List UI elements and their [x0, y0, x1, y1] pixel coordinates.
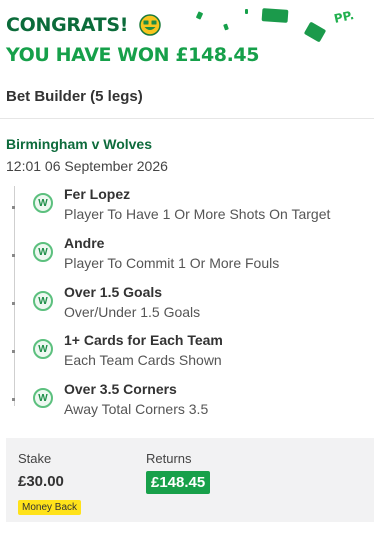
win-check-icon: W — [33, 291, 53, 311]
win-check-icon: W — [33, 193, 53, 213]
leg-selection: 1+ Cards for Each Team — [64, 332, 223, 348]
leg-market: Over/Under 1.5 Goals — [64, 304, 201, 320]
won-heading: YOU HAVE WON £148.45 — [6, 44, 259, 66]
won-amount: £148.45 — [175, 44, 260, 66]
leg-item: W Over 1.5 Goals Over/Under 1.5 Goals — [33, 284, 363, 328]
timeline-line — [14, 186, 24, 406]
leg-item: W Andre Player To Commit 1 Or More Fouls — [33, 235, 363, 279]
timeline-tick — [12, 302, 15, 305]
win-check-icon: W — [33, 388, 53, 408]
bet-type-label: Bet Builder (5 legs) — [6, 88, 143, 105]
banknote-decoration — [303, 21, 327, 43]
divider — [0, 118, 374, 119]
banknote-decoration — [261, 8, 289, 23]
timeline-tick — [12, 206, 15, 209]
timeline-tick — [12, 350, 15, 353]
timeline-tick — [12, 254, 15, 257]
event-name[interactable]: Birmingham v Wolves — [6, 136, 152, 152]
returns-value: £148.45 — [146, 471, 211, 494]
leg-item: W Fer Lopez Player To Have 1 Or More Sho… — [33, 186, 363, 230]
confetti-decoration — [245, 9, 248, 14]
timeline-tick — [12, 398, 15, 401]
leg-market: Player To Have 1 Or More Shots On Target — [64, 206, 331, 222]
brand-logo: PP. — [332, 8, 356, 26]
win-check-icon: W — [33, 339, 53, 359]
leg-selection: Andre — [64, 235, 105, 251]
leg-market: Away Total Corners 3.5 — [64, 401, 209, 417]
leg-market: Player To Commit 1 Or More Fouls — [64, 255, 280, 271]
stake-value: £30.00 — [18, 473, 64, 490]
leg-selection: Fer Lopez — [64, 186, 131, 202]
confetti-decoration — [223, 23, 229, 31]
won-prefix: YOU HAVE WON — [6, 44, 170, 66]
win-check-icon: W — [33, 242, 53, 262]
leg-item: W 1+ Cards for Each Team Each Team Cards… — [33, 332, 363, 376]
bet-summary-panel: Stake £30.00 Returns £148.45 Money Back — [6, 438, 374, 522]
win-banner: CONGRATS! YOU HAVE WON £148.45 PP. — [0, 0, 374, 76]
confetti-decoration — [195, 11, 204, 20]
leg-selection: Over 1.5 Goals — [64, 284, 163, 300]
returns-label: Returns — [146, 451, 192, 466]
event-datetime: 12:01 06 September 2026 — [6, 158, 168, 174]
leg-selection: Over 3.5 Corners — [64, 381, 177, 397]
money-back-badge: Money Back — [18, 500, 82, 515]
stake-label: Stake — [18, 451, 52, 466]
leg-market: Each Team Cards Shown — [64, 352, 222, 368]
congrats-heading: CONGRATS! — [6, 14, 129, 36]
money-face-emoji-icon — [139, 14, 161, 36]
leg-item: W Over 3.5 Corners Away Total Corners 3.… — [33, 381, 363, 425]
